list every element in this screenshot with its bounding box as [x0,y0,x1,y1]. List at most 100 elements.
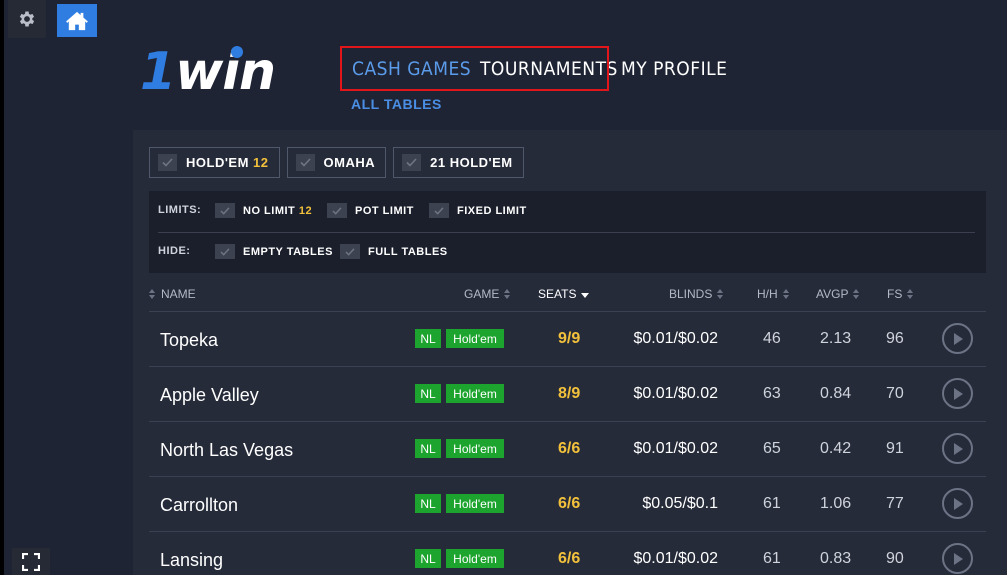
checkbox[interactable] [215,203,235,218]
column-hh[interactable]: H/H [757,287,790,301]
checkbox[interactable] [215,244,235,259]
play-icon [953,332,963,345]
brand-logo-word: win [175,42,276,102]
checkbox[interactable] [295,154,315,171]
logo-dot [231,46,243,58]
hh-value: 65 [763,440,781,457]
brand-logo[interactable]: 1win [140,42,276,102]
hide-option-label: FULL TABLES [368,245,448,258]
table-row[interactable]: Lansing NL Hold'em 6/6 $0.01/$0.02 61 0.… [149,531,986,575]
table-row[interactable]: Topeka NL Hold'em 9/9 $0.01/$0.02 46 2.1… [149,311,986,366]
avgp-value: 1.06 [820,495,852,512]
column-label: BLINDS [669,287,713,301]
nav-my-profile[interactable]: MY PROFILE [621,58,727,80]
limit-label: NO LIMIT [243,204,296,217]
limit-badge: NL [415,494,441,513]
filter-label: OMAHA [323,155,376,170]
blinds-value: $0.01/$0.02 [633,385,718,402]
limit-badge: NL [415,439,441,458]
table-row[interactable]: Apple Valley NL Hold'em 8/9 $0.01/$0.02 … [149,366,986,421]
filter-label: HOLD'EM [186,155,249,170]
fs-value: 77 [886,495,904,512]
column-label: NAME [161,287,196,301]
table-name: Lansing [160,550,224,570]
limit-badge: NL [415,384,441,403]
limit-label: FIXED LIMIT [457,204,527,217]
column-label: FS [887,287,903,301]
hh-value: 61 [763,495,781,512]
checkbox[interactable] [158,154,177,171]
column-fs[interactable]: FS [887,287,914,301]
checkbox[interactable] [402,154,422,171]
fs-value: 70 [886,385,904,402]
check-icon [162,158,173,167]
checkbox[interactable] [429,203,449,218]
checkbox[interactable] [340,244,360,259]
blinds-value: $0.05/$0.1 [642,495,718,512]
filter-21-holdem[interactable]: 21 HOLD'EM [393,147,524,178]
column-name[interactable]: NAME [149,287,196,301]
filter-count: 12 [253,155,269,170]
limit-filter-box: LIMITS: NO LIMIT 12 POT LIMIT FIXED LIMI… [149,191,986,273]
filter-holdem[interactable]: HOLD'EM 12 [149,147,280,178]
table-name: Apple Valley [160,385,259,405]
table-row[interactable]: Carrollton NL Hold'em 6/6 $0.05/$0.1 61 … [149,476,986,531]
play-icon [953,552,963,565]
subnav-all-tables[interactable]: ALL TABLES [351,96,442,112]
tables-list: Topeka NL Hold'em 9/9 $0.01/$0.02 46 2.1… [149,311,986,575]
filter-label: 21 HOLD'EM [430,155,513,170]
column-label: AVGP [816,287,849,301]
game-badge: Hold'em [446,494,504,513]
sort-desc-icon [581,293,590,298]
sort-icon [782,289,790,299]
table-name: North Las Vegas [160,440,294,460]
join-table-button[interactable] [942,433,973,464]
sort-icon [504,289,511,299]
limit-no-limit[interactable]: NO LIMIT 12 [215,203,312,218]
join-table-button[interactable] [942,378,973,409]
column-blinds[interactable]: BLINDS [669,287,724,301]
check-icon [220,206,230,215]
fs-value: 90 [886,550,904,567]
limit-label: POT LIMIT [355,204,414,217]
column-avgp[interactable]: AVGP [816,287,860,301]
join-table-button[interactable] [942,323,973,354]
sort-icon [149,289,156,299]
sort-icon [717,289,724,299]
hide-empty-tables[interactable]: EMPTY TABLES [215,244,333,259]
check-icon [406,158,417,167]
fullscreen-icon [22,553,40,571]
play-icon [953,387,963,400]
checkbox[interactable] [327,203,347,218]
seats-value: 9/9 [558,330,581,347]
limit-count: 12 [298,204,313,217]
game-badge: Hold'em [446,439,504,458]
fs-value: 96 [886,330,904,347]
limit-badge: NL [415,549,441,568]
blinds-value: $0.01/$0.02 [633,550,718,567]
limit-pot-limit[interactable]: POT LIMIT [327,203,414,218]
hide-option-label: EMPTY TABLES [243,245,333,258]
hide-label: HIDE: [158,245,191,257]
join-table-button[interactable] [942,543,973,574]
join-table-button[interactable] [942,488,973,519]
limit-badge: NL [415,329,441,348]
brand-logo-number: 1 [140,42,176,102]
column-label: SEATS [538,287,577,301]
column-game[interactable]: GAME [464,287,511,301]
hide-full-tables[interactable]: FULL TABLES [340,244,448,259]
seats-value: 8/9 [558,385,581,402]
settings-button[interactable] [8,0,46,38]
avgp-value: 0.83 [820,550,852,567]
fullscreen-button[interactable] [12,548,50,575]
limit-fixed-limit[interactable]: FIXED LIMIT [429,203,527,218]
hh-value: 63 [763,385,781,402]
home-button[interactable] [57,4,97,37]
filter-omaha[interactable]: OMAHA [286,147,387,178]
table-row[interactable]: North Las Vegas NL Hold'em 6/6 $0.01/$0.… [149,421,986,476]
seats-value: 6/6 [558,550,581,567]
play-icon [953,497,963,510]
column-seats[interactable]: SEATS [538,287,590,301]
table-header: NAME GAME SEATS BLINDS H/H AVGP FS [149,282,986,310]
seats-value: 6/6 [558,495,581,512]
